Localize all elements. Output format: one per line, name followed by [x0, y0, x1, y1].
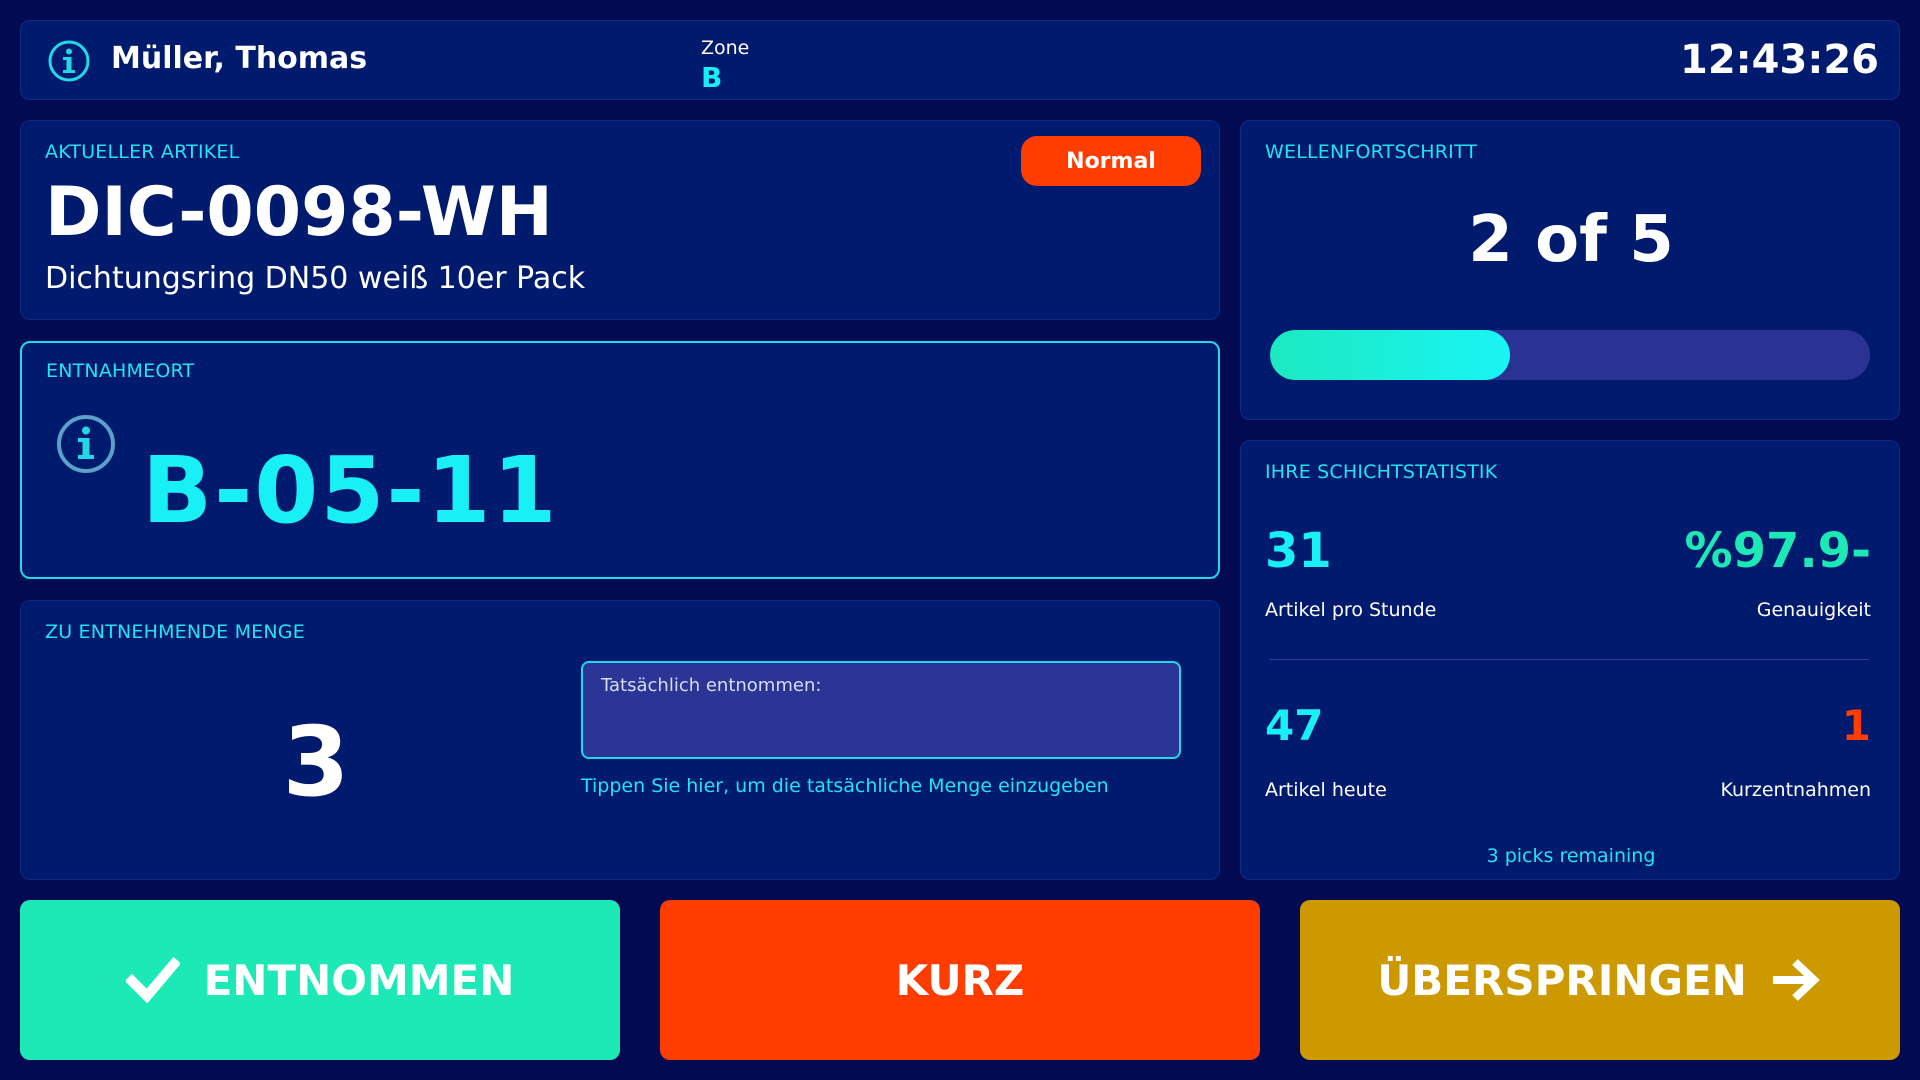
location-code: B-05-11 [142, 437, 559, 544]
short-button-label: KURZ [895, 955, 1025, 1005]
wave-progress-heading: WELLENFORTSCHRITT [1265, 141, 1478, 163]
priority-badge: Normal [1021, 136, 1201, 186]
picks-per-hour-value: 31 [1265, 523, 1332, 579]
operator-name: Müller, Thomas [111, 41, 368, 76]
actual-quantity-input[interactable] [581, 661, 1181, 759]
shift-stats-panel: IHRE SCHICHTSTATISTIK 31 Artikel pro Stu… [1240, 440, 1900, 880]
short-picks-label: Kurzentnahmen [1720, 779, 1872, 801]
zone-value: B [701, 61, 723, 94]
short-picks-value: 1 [1841, 701, 1871, 750]
quantity-panel: ZU ENTNEHMENDE MENGE 3 Tippen Sie hier, … [20, 600, 1220, 880]
article-code: DIC-0098-WH [45, 173, 553, 252]
arrow-right-icon [1769, 953, 1823, 1007]
clock: 12:43:26 [1680, 37, 1879, 83]
info-icon[interactable] [55, 413, 117, 475]
accuracy-value: %97.9- [1684, 523, 1871, 579]
skip-button[interactable]: ÜBERSPRINGEN [1300, 900, 1900, 1060]
check-icon [125, 953, 180, 1007]
zone-label: Zone [701, 37, 750, 59]
accuracy-label: Genauigkeit [1756, 599, 1871, 621]
items-today-value: 47 [1265, 701, 1324, 750]
picked-button[interactable]: ENTNOMMEN [20, 900, 620, 1060]
picks-per-hour-label: Artikel pro Stunde [1265, 599, 1437, 621]
input-hint: Tippen Sie hier, um die tatsächliche Men… [581, 775, 1109, 797]
stats-divider [1269, 659, 1869, 660]
short-button[interactable]: KURZ [660, 900, 1260, 1060]
wave-progress-text: 2 of 5 [1468, 203, 1674, 277]
wave-progress-panel: WELLENFORTSCHRITT 2 of 5 [1240, 120, 1900, 420]
pick-location-panel: ENTNAHMEORT B-05-11 [20, 341, 1220, 579]
pick-location-heading: ENTNAHMEORT [46, 360, 195, 382]
shift-stats-heading: IHRE SCHICHTSTATISTIK [1265, 461, 1498, 483]
current-article-panel: AKTUELLER ARTIKEL Normal DIC-0098-WH Dic… [20, 120, 1220, 320]
items-today-label: Artikel heute [1265, 779, 1387, 801]
picks-remaining: 3 picks remaining [1486, 845, 1656, 867]
quantity-heading: ZU ENTNEHMENDE MENGE [45, 621, 305, 643]
article-description: Dichtungsring DN50 weiß 10er Pack [45, 261, 586, 296]
info-icon[interactable] [47, 39, 91, 83]
skip-button-label: ÜBERSPRINGEN [1377, 955, 1747, 1005]
header-bar: Müller, Thomas Zone B 12:43:26 [20, 20, 1900, 100]
picked-button-label: ENTNOMMEN [203, 955, 515, 1005]
wave-progress-bar [1270, 330, 1870, 380]
quantity-value: 3 [282, 706, 350, 818]
wave-progress-fill [1270, 330, 1510, 380]
current-article-heading: AKTUELLER ARTIKEL [45, 141, 240, 163]
